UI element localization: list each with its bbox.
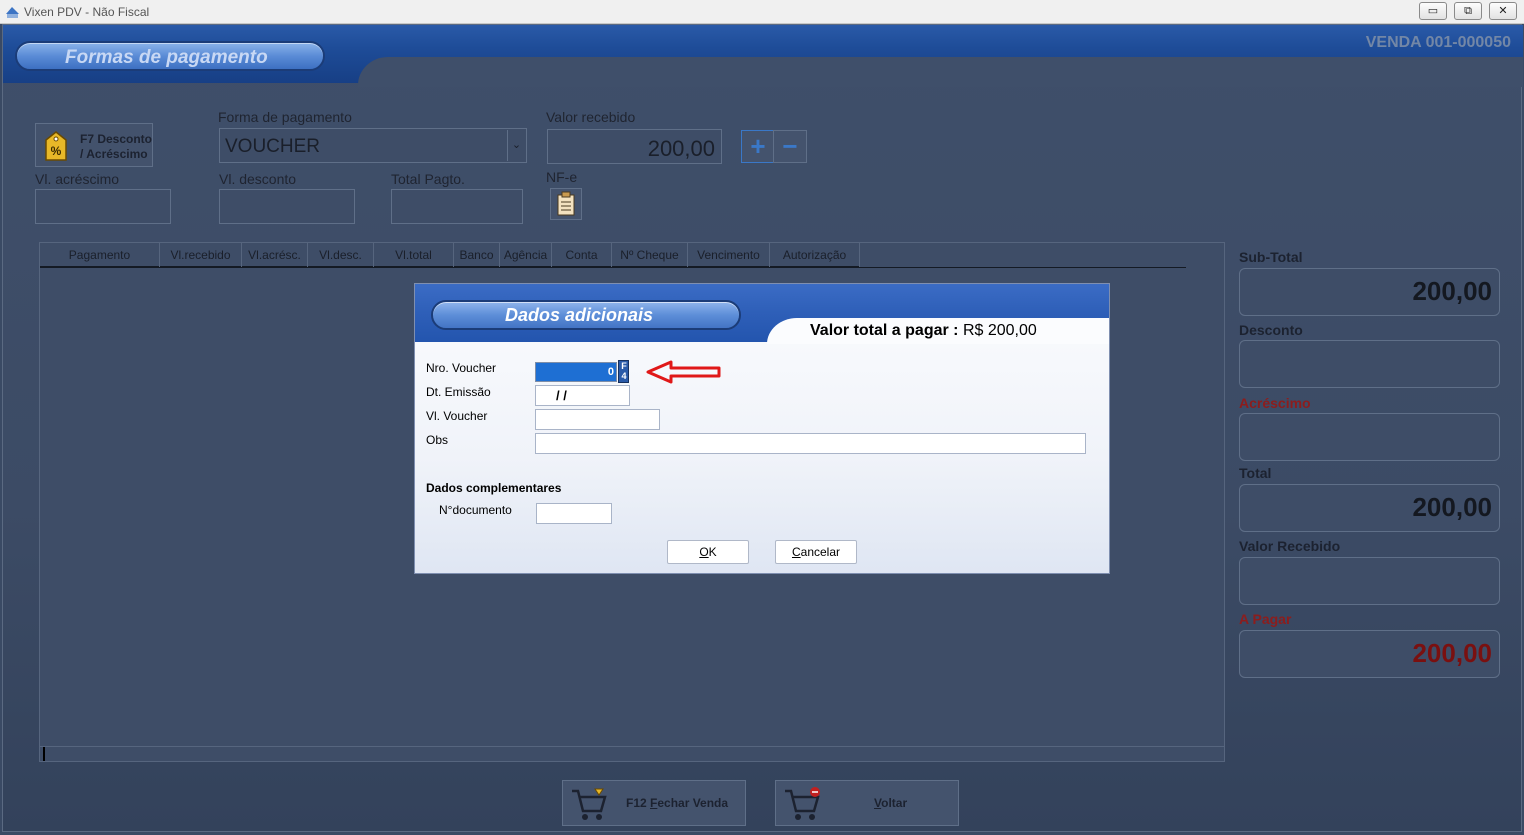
dialog-title: Dados adicionais [505, 305, 654, 325]
annotation-arrow-icon [646, 360, 721, 384]
col-vl-total[interactable]: Vl.total [374, 243, 454, 267]
total-box: 200,00 [1239, 484, 1500, 532]
row-cursor [43, 747, 45, 761]
minimize-button[interactable]: ▭ [1419, 2, 1447, 20]
remove-payment-button[interactable]: − [773, 130, 807, 163]
dialog-total: Valor total a pagar : R$ 200,00 [810, 322, 1037, 340]
dialog-total-value: R$ 200,00 [962, 322, 1037, 339]
dados-adicionais-dialog: Dados adicionais Valor total a pagar : R… [414, 283, 1110, 574]
vl-voucher-input[interactable] [535, 409, 660, 430]
chevron-down-icon[interactable]: ⌄ [507, 130, 525, 161]
a-pagar-label: A Pagar [1239, 611, 1292, 627]
col-conta[interactable]: Conta [552, 243, 612, 267]
dt-emissao-label: Dt. Emissão [426, 385, 491, 399]
dt-emissao-mask: / / [556, 388, 567, 403]
valor-recebido-total-box [1239, 557, 1500, 605]
app-icon [6, 7, 19, 18]
col-vl-desc[interactable]: Vl.desc. [308, 243, 374, 267]
svg-text:%: % [51, 144, 62, 158]
valor-recebido-value: 200,00 [647, 136, 715, 161]
clipboard-icon [557, 191, 575, 216]
table-footer-line [40, 746, 1224, 747]
total-value: 200,00 [1412, 492, 1492, 522]
valor-recebido-input[interactable]: 200,00 [547, 129, 722, 164]
dialog-total-label: Valor total a pagar : [810, 322, 959, 339]
acrescimo-total-label: Acréscimo [1239, 395, 1311, 411]
close-button[interactable]: ✕ [1489, 2, 1517, 20]
nfe-button[interactable] [550, 188, 582, 220]
cart-icon [572, 788, 607, 820]
f4-lookup-button[interactable]: F4 [618, 360, 629, 383]
nro-voucher-value: 0 [607, 366, 614, 378]
a-pagar-box: 200,00 [1239, 630, 1500, 678]
col-agencia[interactable]: Agência [500, 243, 552, 267]
subtotal-label: Sub-Total [1239, 249, 1303, 265]
cart-return-icon [785, 787, 820, 820]
a-pagar-value: 200,00 [1412, 638, 1492, 668]
vl-voucher-label: Vl. Voucher [426, 409, 488, 423]
forma-label: Forma de pagamento [218, 109, 352, 125]
percent-tag-icon: % [45, 131, 67, 161]
nro-voucher-label: Nro. Voucher [426, 361, 497, 375]
fechar-venda-label: F12 Fechar Venda [626, 796, 729, 810]
window-title: Vixen PDV - Não Fiscal [24, 5, 150, 19]
obs-input[interactable] [535, 433, 1086, 454]
venda-number: VENDA 001-000050 [1365, 34, 1511, 51]
voltar-button[interactable]: Voltar [775, 780, 959, 826]
acrescimo-input[interactable] [35, 189, 171, 224]
section-title-pill: Formas de pagamento [15, 41, 325, 71]
col-pagamento[interactable]: Pagamento [40, 243, 160, 267]
nro-voucher-input[interactable]: 0 [535, 362, 617, 382]
table-header: Pagamento Vl.recebido Vl.acrésc. Vl.desc… [40, 243, 860, 267]
discount-button-label: F7 Desconto / Acréscimo [80, 132, 153, 161]
dados-complementares-label: Dados complementares [426, 481, 562, 495]
title-bar: Vixen PDV - Não Fiscal ▭ ⧉ ✕ [0, 0, 1524, 24]
dt-emissao-input[interactable]: / / [535, 385, 630, 406]
col-autorizacao[interactable]: Autorização [770, 243, 860, 267]
fechar-venda-button[interactable]: F12 Fechar Venda [562, 780, 746, 826]
desconto-total-box [1239, 340, 1500, 388]
voltar-label: Voltar [874, 796, 908, 810]
restore-button[interactable]: ⧉ [1454, 2, 1482, 20]
col-vl-acresc[interactable]: Vl.acrésc. [242, 243, 308, 267]
dialog-title-pill: Dados adicionais [431, 300, 741, 330]
total-pagto-label: Total Pagto. [391, 171, 465, 187]
total-label: Total [1239, 465, 1272, 481]
subtotal-box: 200,00 [1239, 268, 1500, 316]
desconto-input[interactable] [219, 189, 355, 224]
ndocumento-input[interactable] [536, 503, 612, 524]
header-cut [358, 57, 1523, 87]
ndocumento-label: N°documento [439, 503, 512, 517]
cancel-button[interactable]: Cancelar [775, 540, 857, 564]
forma-value: VOUCHER [225, 136, 321, 157]
total-pagto-input[interactable] [391, 189, 523, 224]
acrescimo-label: Vl. acréscimo [35, 171, 120, 187]
discount-button[interactable]: % F7 Desconto / Acréscimo [35, 123, 153, 167]
valor-recebido-label: Valor recebido [546, 109, 636, 125]
nfe-label: NF-e [546, 169, 578, 185]
acrescimo-total-box [1239, 413, 1500, 461]
forma-select[interactable]: VOUCHER ⌄ [219, 128, 527, 163]
header-divider [40, 267, 1186, 268]
obs-label: Obs [426, 433, 449, 447]
desconto-total-label: Desconto [1239, 322, 1303, 338]
subtotal-value: 200,00 [1412, 276, 1492, 306]
valor-recebido-total-label: Valor Recebido [1239, 538, 1341, 554]
col-n-cheque[interactable]: Nº Cheque [612, 243, 688, 267]
add-payment-button[interactable]: + [741, 130, 775, 163]
desconto-label: Vl. desconto [219, 171, 297, 187]
col-vl-recebido[interactable]: Vl.recebido [160, 243, 242, 267]
col-vencimento[interactable]: Vencimento [688, 243, 770, 267]
col-banco[interactable]: Banco [454, 243, 500, 267]
ok-button[interactable]: OK [667, 540, 749, 564]
section-title: Formas de pagamento [65, 47, 268, 68]
